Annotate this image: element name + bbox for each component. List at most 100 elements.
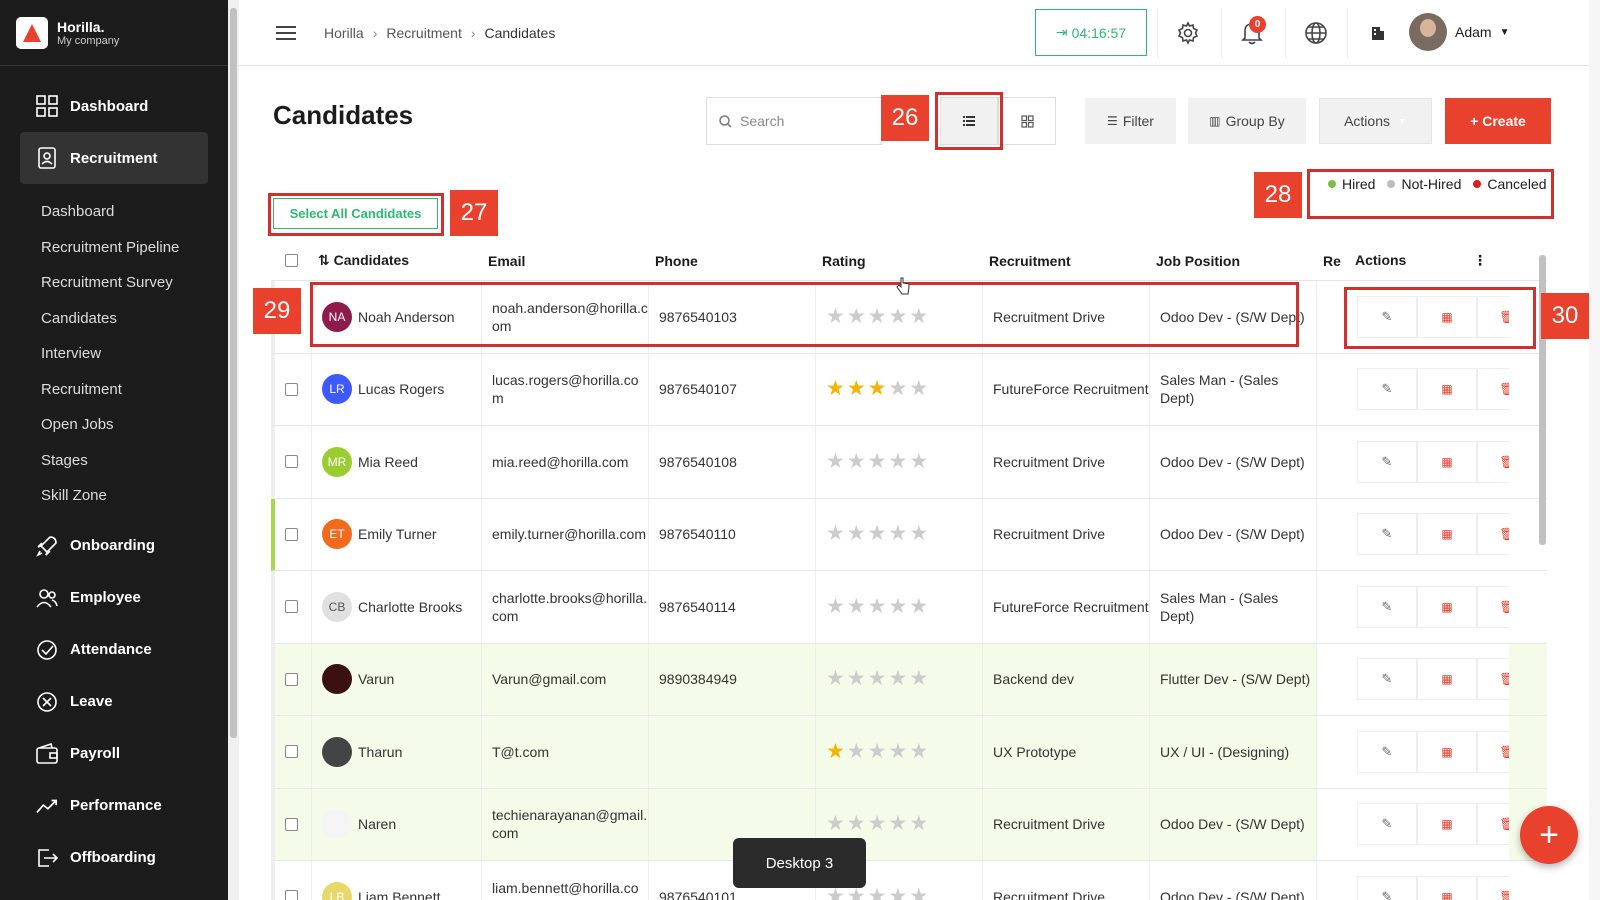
breadcrumb-horilla[interactable]: Horilla	[324, 25, 364, 41]
archive-button[interactable]: ▦	[1417, 513, 1477, 556]
edit-button[interactable]: ✎	[1357, 803, 1417, 846]
star-rating[interactable]: ★ ★ ★ ★ ★	[826, 451, 930, 472]
sidebar-item-onboarding[interactable]: Onboarding	[0, 520, 228, 572]
star-icon[interactable]: ★	[868, 813, 889, 834]
star-icon[interactable]: ★	[888, 668, 909, 689]
star-icon[interactable]: ★	[868, 886, 889, 900]
star-icon[interactable]: ★	[847, 596, 868, 617]
candidate-cell[interactable]: Naren	[312, 788, 482, 860]
star-icon[interactable]: ★	[826, 886, 847, 900]
table-row[interactable]: CB Charlotte Brooks charlotte.brooks@hor…	[271, 571, 1547, 644]
star-rating[interactable]: ★ ★ ★ ★ ★	[826, 668, 930, 689]
sidebar-sub-recruitment-survey[interactable]: Recruitment Survey	[0, 265, 228, 301]
star-rating[interactable]: ★ ★ ★ ★ ★	[826, 741, 930, 762]
star-icon[interactable]: ★	[868, 523, 889, 544]
candidate-cell[interactable]: MR Mia Reed	[312, 426, 482, 498]
user-menu[interactable]: Adam ▼	[1409, 13, 1509, 51]
sidebar-sub-recruitment-pipeline[interactable]: Recruitment Pipeline	[0, 230, 228, 266]
notifications-button[interactable]: 0	[1221, 8, 1281, 58]
search-input[interactable]: Search	[706, 97, 882, 145]
table-row[interactable]: MR Mia Reed mia.reed@horilla.com 9876540…	[271, 426, 1547, 499]
delete-button[interactable]: 🗑	[1477, 803, 1509, 846]
star-icon[interactable]: ★	[909, 523, 930, 544]
star-icon[interactable]: ★	[847, 668, 868, 689]
star-icon[interactable]: ★	[909, 813, 930, 834]
delete-button[interactable]: 🗑	[1477, 368, 1509, 411]
star-icon[interactable]: ★	[826, 378, 847, 399]
candidate-cell[interactable]: CB Charlotte Brooks	[312, 571, 482, 643]
star-icon[interactable]: ★	[826, 813, 847, 834]
star-icon[interactable]: ★	[868, 378, 889, 399]
star-icon[interactable]: ★	[888, 886, 909, 900]
star-icon[interactable]: ★	[847, 523, 868, 544]
row-checkbox[interactable]	[285, 527, 298, 541]
sidebar-sub-candidates[interactable]: Candidates	[0, 301, 228, 337]
row-checkbox[interactable]	[285, 600, 298, 614]
star-icon[interactable]: ★	[888, 596, 909, 617]
sidebar-sub-dashboard[interactable]: Dashboard	[0, 194, 228, 230]
star-rating[interactable]: ★ ★ ★ ★ ★	[826, 523, 930, 544]
table-row[interactable]: ET Emily Turner emily.turner@horilla.com…	[271, 498, 1547, 571]
table-row[interactable]: LR Lucas Rogers lucas.rogers@horilla.com…	[271, 353, 1547, 426]
star-icon[interactable]: ★	[909, 451, 930, 472]
candidate-cell[interactable]: LR Lucas Rogers	[312, 353, 482, 425]
table-row[interactable]: LB Liam Bennett liam.bennett@horilla.com…	[271, 861, 1547, 900]
star-icon[interactable]: ★	[868, 451, 889, 472]
more-vertical-icon[interactable]: ⋮	[1473, 252, 1487, 269]
star-icon[interactable]: ★	[847, 451, 868, 472]
archive-button[interactable]: ▦	[1417, 440, 1477, 483]
sidebar-sub-open-jobs[interactable]: Open Jobs	[0, 407, 228, 443]
company-switch-button[interactable]	[1347, 8, 1407, 58]
star-icon[interactable]: ★	[909, 886, 930, 900]
candidate-cell[interactable]: ET Emily Turner	[312, 498, 482, 570]
sidebar-sub-recruitment[interactable]: Recruitment	[0, 372, 228, 408]
star-rating[interactable]: ★ ★ ★ ★ ★	[826, 886, 930, 900]
header-candidates[interactable]: ⇅ Candidates	[308, 252, 478, 269]
star-icon[interactable]: ★	[847, 741, 868, 762]
star-rating[interactable]: ★ ★ ★ ★ ★	[826, 378, 930, 399]
hamburger-menu-icon[interactable]	[276, 22, 296, 44]
candidate-cell[interactable]: Tharun	[312, 716, 482, 788]
page-scrollbar[interactable]	[1589, 0, 1600, 900]
edit-button[interactable]: ✎	[1357, 658, 1417, 701]
delete-button[interactable]: 🗑	[1477, 440, 1509, 483]
row-checkbox[interactable]	[285, 890, 298, 900]
star-icon[interactable]: ★	[826, 668, 847, 689]
sidebar-item-attendance[interactable]: Attendance	[0, 624, 228, 676]
star-icon[interactable]: ★	[847, 378, 868, 399]
row-checkbox[interactable]	[285, 455, 298, 469]
star-icon[interactable]: ★	[909, 741, 930, 762]
star-icon[interactable]: ★	[909, 596, 930, 617]
create-button[interactable]: + Create	[1445, 98, 1551, 144]
candidate-cell[interactable]: LB Liam Bennett	[312, 861, 482, 900]
archive-button[interactable]: ▦	[1417, 658, 1477, 701]
star-icon[interactable]: ★	[888, 451, 909, 472]
star-icon[interactable]: ★	[888, 813, 909, 834]
edit-button[interactable]: ✎	[1357, 513, 1417, 556]
star-icon[interactable]: ★	[868, 596, 889, 617]
sidebar-item-performance[interactable]: Performance	[0, 780, 228, 832]
sidebar-item-dashboard[interactable]: Dashboard	[0, 80, 228, 132]
sidebar-sub-skill-zone[interactable]: Skill Zone	[0, 478, 228, 514]
group-by-button[interactable]: ▥ Group By	[1188, 98, 1306, 144]
brand[interactable]: Horilla. My company	[0, 0, 228, 66]
sidebar-item-employee[interactable]: Employee	[0, 572, 228, 624]
table-row[interactable]: Naren techienarayanan@gmail.com ★ ★ ★ ★ ★ Re…	[271, 788, 1547, 861]
star-rating[interactable]: ★ ★ ★ ★ ★	[826, 813, 930, 834]
star-icon[interactable]: ★	[888, 378, 909, 399]
breadcrumb-recruitment[interactable]: Recruitment	[386, 25, 461, 41]
row-checkbox[interactable]	[285, 672, 298, 686]
edit-button[interactable]: ✎	[1357, 585, 1417, 628]
star-icon[interactable]: ★	[909, 378, 930, 399]
sidebar-scrollbar[interactable]	[228, 0, 239, 900]
star-icon[interactable]: ★	[826, 523, 847, 544]
table-scrollbar[interactable]	[1537, 245, 1547, 900]
archive-button[interactable]: ▦	[1417, 368, 1477, 411]
delete-button[interactable]: 🗑	[1477, 513, 1509, 556]
sidebar-item-recruitment[interactable]: Recruitment	[20, 132, 208, 184]
grid-view-button[interactable]	[998, 97, 1056, 145]
star-icon[interactable]: ★	[909, 668, 930, 689]
star-icon[interactable]: ★	[826, 451, 847, 472]
delete-button[interactable]: 🗑	[1477, 875, 1509, 900]
filter-button[interactable]: ☰ Filter	[1085, 98, 1176, 144]
